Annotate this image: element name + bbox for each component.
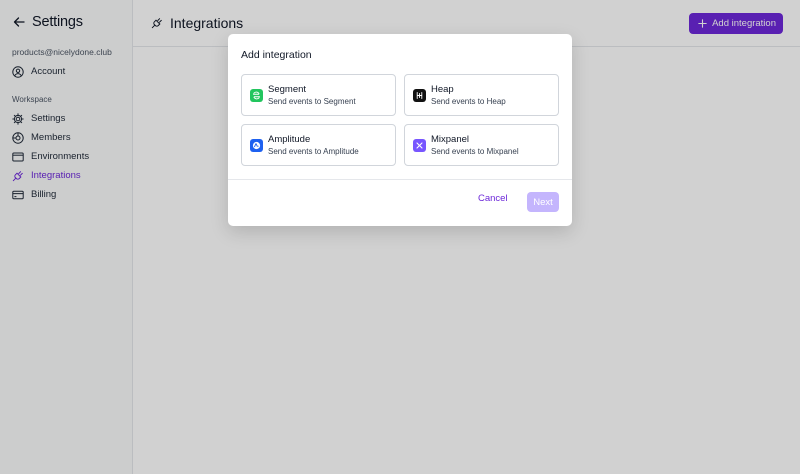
amplitude-logo-icon: [250, 138, 263, 152]
integration-options: Segment Send events to Segment Heap Send…: [241, 74, 559, 166]
segment-logo-icon: [250, 88, 263, 102]
dialog-title: Add integration: [241, 49, 312, 61]
integration-name: Amplitude: [268, 133, 311, 145]
cancel-button[interactable]: Cancel: [478, 193, 508, 204]
heap-logo-icon: [413, 88, 426, 102]
integration-option-amplitude[interactable]: Amplitude Send events to Amplitude: [241, 124, 396, 166]
integration-description: Send events to Heap: [431, 96, 506, 106]
next-button[interactable]: Next: [527, 192, 559, 212]
integration-option-heap[interactable]: Heap Send events to Heap: [404, 74, 559, 116]
integration-description: Send events to Segment: [268, 96, 356, 106]
integration-name: Heap: [431, 83, 454, 95]
integration-option-mixpanel[interactable]: Mixpanel Send events to Mixpanel: [404, 124, 559, 166]
integration-name: Segment: [268, 83, 307, 95]
app-window: Settings products@nicelydone.club Accoun…: [0, 0, 800, 474]
integration-description: Send events to Amplitude: [268, 146, 359, 156]
integration-option-segment[interactable]: Segment Send events to Segment: [241, 74, 396, 116]
dialog-divider: [228, 179, 572, 180]
integration-name: Mixpanel: [431, 133, 470, 145]
mixpanel-logo-icon: [413, 138, 426, 152]
integration-description: Send events to Mixpanel: [431, 146, 519, 156]
add-integration-dialog: Add integration Segment Send events to S…: [228, 34, 572, 226]
